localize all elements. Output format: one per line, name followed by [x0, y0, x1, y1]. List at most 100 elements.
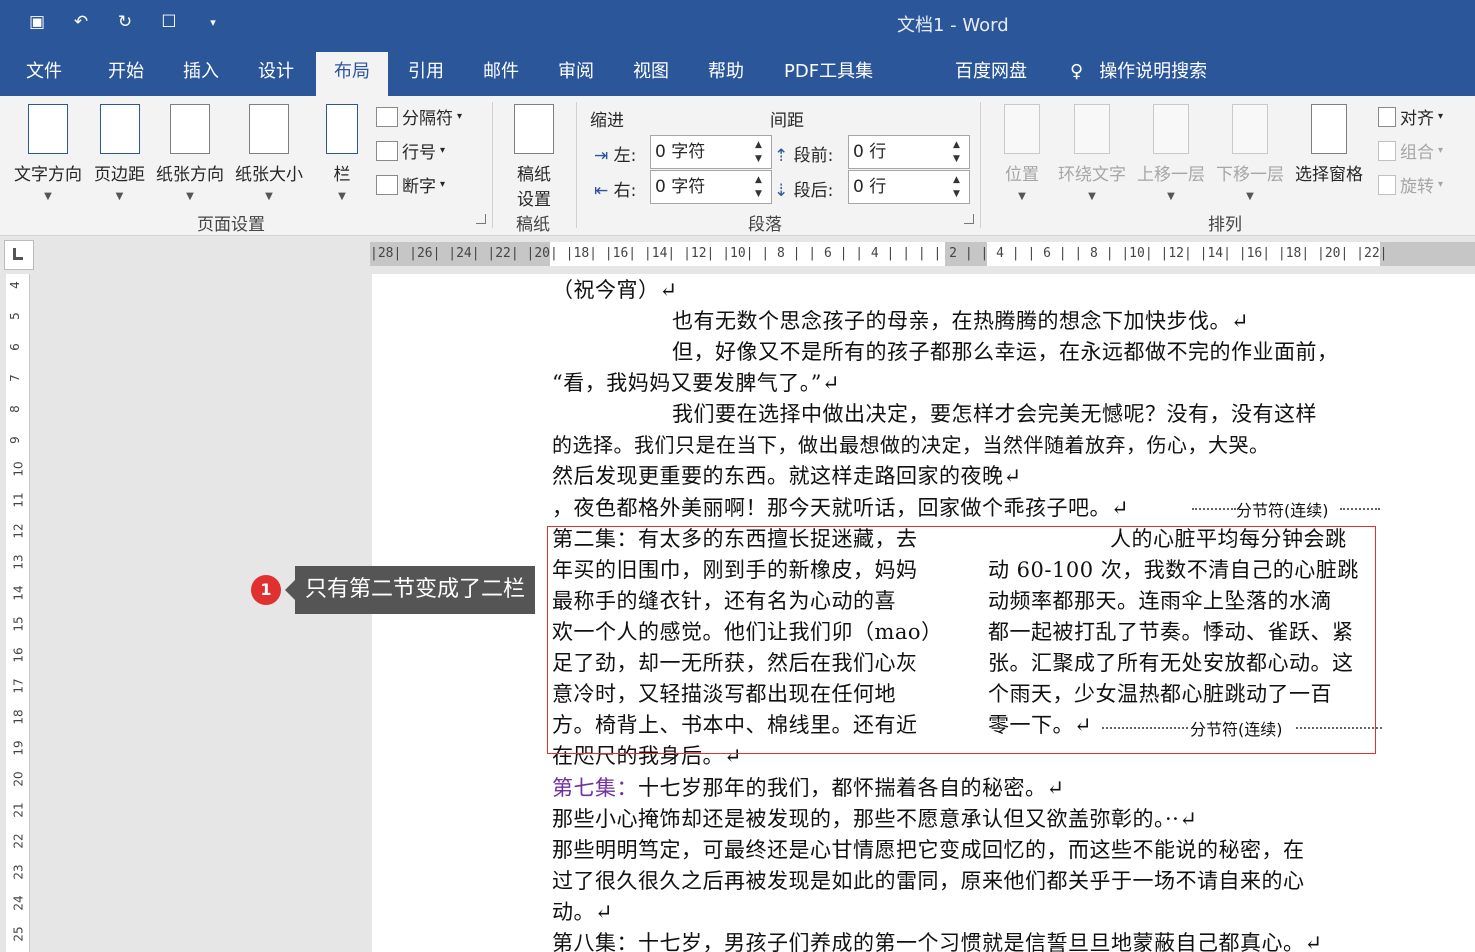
spacing-title: 间距: [770, 111, 804, 131]
selection-pane-icon: [1311, 104, 1347, 154]
tab-home[interactable]: 开始: [108, 48, 144, 96]
doc-line: 我们要在选择中做出决定，要怎样才会完美无憾呢？没有，没有这样: [672, 402, 1317, 426]
chevron-down-icon: ▾: [457, 111, 463, 122]
group-label: 组合: [1400, 143, 1434, 163]
vruler-number: 11: [11, 492, 26, 508]
spinner-arrows-icon[interactable]: ▲ ▼: [755, 173, 769, 201]
draft-settings-label-2: 设置: [517, 190, 551, 210]
selection-pane-button[interactable]: 选择窗格: [1295, 104, 1363, 185]
spinner-arrows-icon[interactable]: ▲ ▼: [953, 138, 967, 166]
send-backward-label: 下移一层: [1216, 165, 1284, 185]
tab-mailings[interactable]: 邮件: [483, 48, 519, 96]
position-button[interactable]: 位置 ▼: [1004, 104, 1040, 202]
vruler-number: 10: [11, 461, 26, 477]
bring-forward-button[interactable]: 上移一层 ▼: [1137, 104, 1205, 202]
tab-pdf-tools[interactable]: PDF工具集: [784, 48, 873, 96]
section-break-dots: [1340, 508, 1380, 510]
doc-line: 那些小心掩饰却还是被发现的，那些不愿意承认但又欲盖弥彰的。··↵: [552, 807, 1198, 831]
margins-label: 页边距: [94, 165, 145, 185]
send-backward-button[interactable]: 下移一层 ▼: [1216, 104, 1284, 202]
columns-icon: [326, 104, 358, 154]
draft-settings-label-1: 稿纸: [517, 165, 551, 185]
chevron-down-icon: ▼: [265, 191, 273, 202]
paragraph-launcher-icon[interactable]: [964, 214, 974, 224]
chevron-down-icon: ▾: [1438, 179, 1444, 190]
doc-line: “看，我妈妈又要发脾气了。”↵: [552, 371, 841, 395]
horizontal-ruler[interactable]: |28| |26| |24| |22| |20| |18| |16| |14| …: [370, 242, 1475, 266]
spinner-arrows-icon[interactable]: ▲ ▼: [953, 173, 967, 201]
chevron-down-icon: ▾: [440, 145, 446, 156]
group-separator: [980, 102, 981, 228]
breaks-button[interactable]: 分隔符 ▾: [376, 104, 462, 129]
section-highlight-box: [547, 526, 1376, 754]
page-setup-group-label: 页面设置: [197, 215, 265, 235]
spacing-after-input[interactable]: 0 行 ▲ ▼: [848, 170, 970, 204]
vruler-number: 5: [7, 312, 22, 320]
quick-access-toolbar: ▣ ↶ ↻ ☐ ▾: [26, 10, 224, 34]
indent-left-icon: ⇥: [594, 146, 609, 166]
text-direction-button[interactable]: 文字方向 ▼: [14, 104, 82, 202]
wrap-text-icon: [1074, 104, 1110, 154]
margins-icon: [99, 104, 140, 154]
align-icon: [1378, 106, 1396, 127]
episode-text: 十七岁那年的我们，都怀揣着各自的秘密。↵: [638, 776, 1065, 800]
columns-button[interactable]: 栏 ▼: [326, 104, 358, 202]
vruler-number: 25: [11, 926, 26, 942]
tab-review[interactable]: 审阅: [558, 48, 594, 96]
bring-forward-icon: [1153, 104, 1189, 154]
chevron-down-icon: ▾: [1438, 145, 1444, 156]
indent-right-label: ⇤ 右:: [594, 176, 636, 201]
draft-settings-button[interactable]: 稿纸 设置: [514, 104, 554, 210]
page-setup-launcher-icon[interactable]: [476, 214, 486, 224]
chevron-down-icon: ▼: [1088, 191, 1096, 202]
chevron-down-icon: ▼: [186, 191, 194, 202]
redo-icon[interactable]: ↻: [114, 10, 136, 34]
tab-layout[interactable]: 布局: [316, 52, 388, 96]
wrap-text-button[interactable]: 环绕文字 ▼: [1058, 104, 1126, 202]
line-numbers-button[interactable]: 行号 ▾: [376, 138, 445, 163]
save-icon[interactable]: ▣: [26, 10, 48, 34]
vruler-number: 20: [11, 771, 26, 787]
orientation-button[interactable]: 纸张方向 ▼: [156, 104, 224, 202]
hyphenation-button[interactable]: 断字 ▾: [376, 172, 445, 197]
chevron-down-icon: ▼: [338, 191, 346, 202]
tab-insert[interactable]: 插入: [183, 48, 219, 96]
tab-file[interactable]: 文件: [26, 48, 62, 96]
episode-heading: 第七集：: [552, 776, 638, 800]
draft-paper-icon: [514, 104, 554, 154]
doc-line: （祝今宵）↵: [552, 278, 678, 302]
document-page[interactable]: （祝今宵）↵ 也有无数个思念孩子的母亲，在热腾腾的想念下加快步伐。↵ 但，好像又…: [372, 274, 1475, 952]
indent-left-label: ⇥ 左:: [594, 141, 636, 166]
margins-button[interactable]: 页边距 ▼: [94, 104, 145, 202]
chevron-down-icon: ▼: [1167, 191, 1175, 202]
tab-view[interactable]: 视图: [633, 48, 669, 96]
doc-line: 的选择。我们只是在当下，做出最想做的决定，当然伴随着放弃，伤心，大哭。: [552, 433, 1270, 457]
touch-mode-icon[interactable]: ☐: [158, 10, 180, 34]
indent-right-input[interactable]: 0 字符 ▲ ▼: [650, 170, 772, 204]
chevron-down-icon: ▼: [1246, 191, 1254, 202]
tab-help[interactable]: 帮助: [708, 48, 744, 96]
doc-line: 过了很久很久之后再被发现是如此的雷同，原来他们都关乎于一场不请自来的心: [552, 869, 1305, 893]
ribbon-tabs: 文件 开始 插入 设计 布局 引用 邮件 审阅 视图 帮助 PDF工具集 百度网…: [0, 48, 1475, 96]
tab-baidu-netdisk[interactable]: 百度网盘: [955, 48, 1027, 96]
lightbulb-icon: ♀: [1070, 61, 1084, 82]
tab-design[interactable]: 设计: [258, 48, 294, 96]
indent-left-input[interactable]: 0 字符 ▲ ▼: [650, 135, 772, 169]
spacing-before-input[interactable]: 0 行 ▲ ▼: [848, 135, 970, 169]
spinner-arrows-icon[interactable]: ▲ ▼: [755, 138, 769, 166]
align-button[interactable]: 对齐 ▾: [1378, 104, 1443, 129]
spacing-before-value: 0 行: [853, 142, 887, 162]
text-direction-label: 文字方向: [14, 165, 82, 185]
rotate-button[interactable]: 旋转 ▾: [1378, 172, 1443, 197]
tell-me-search[interactable]: ♀ 操作说明搜索: [1070, 48, 1207, 96]
undo-icon[interactable]: ↶: [70, 10, 92, 34]
group-button[interactable]: 组合 ▾: [1378, 138, 1443, 163]
vertical-ruler: 4 5 6 7 8 9 10 11 12 13 14 15 16 17 18 1…: [6, 274, 30, 952]
size-button[interactable]: 纸张大小 ▼: [235, 104, 303, 202]
spacing-after-text: 段后:: [793, 181, 834, 201]
customize-icon[interactable]: ▾: [202, 10, 224, 34]
tab-references[interactable]: 引用: [408, 48, 444, 96]
rotate-icon: [1378, 174, 1396, 195]
tab-selector-icon[interactable]: [4, 240, 34, 270]
vruler-number: 21: [11, 802, 26, 818]
